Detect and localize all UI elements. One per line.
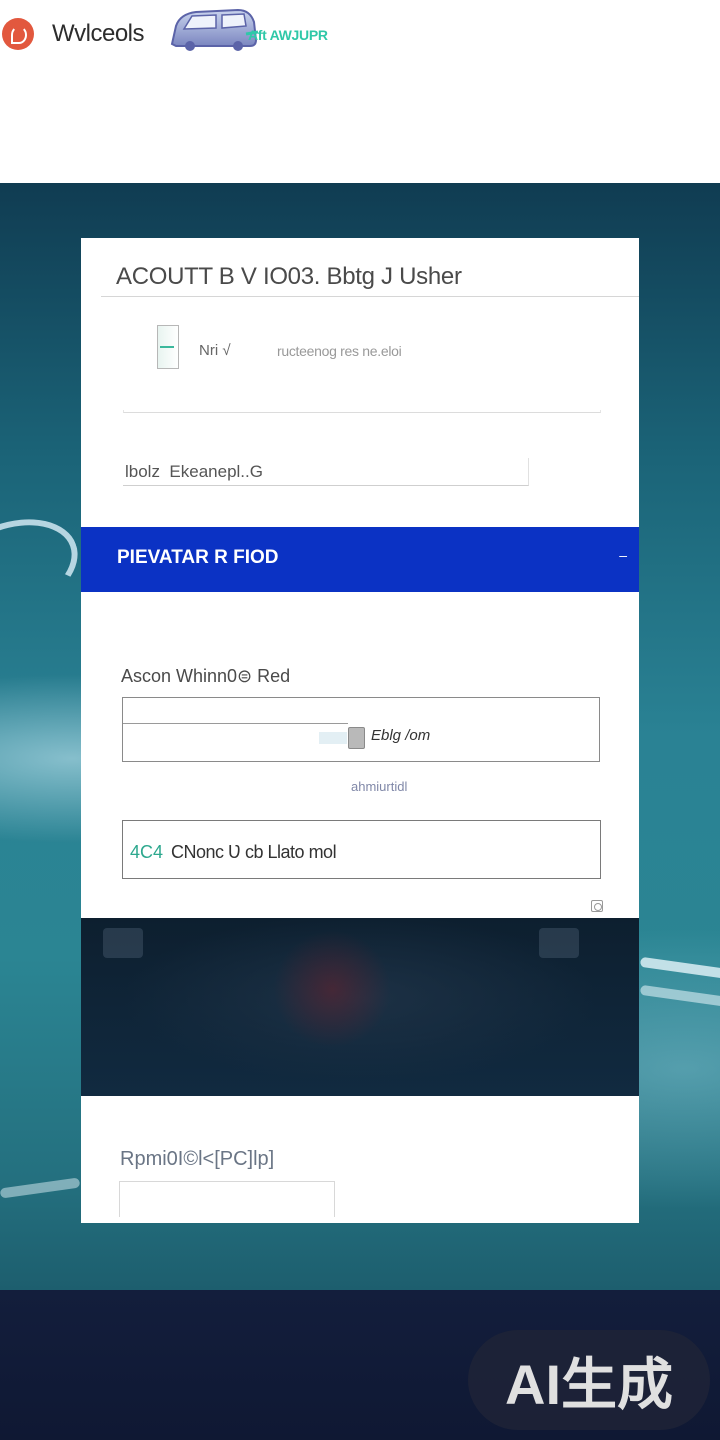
ai-watermark: AI生成 [468,1330,710,1430]
collapse-icon[interactable]: – [619,547,627,563]
brand-name[interactable]: Wvlceols [52,20,145,48]
section-header-bar[interactable]: PIEVATAR R FIOD – [81,527,639,592]
document-icon [157,325,179,369]
row1-hint: ructeenog res ne.eloi [277,343,402,359]
field3-input[interactable]: Eblg /om [122,697,600,762]
field4-input[interactable]: 4C4 CNonc Ʋ cb Llato mol [122,820,601,879]
title-divider [101,296,639,297]
media-panel [81,918,639,1096]
swirl-decoration [0,501,92,635]
site-header: Wvlceols Aft AWJUPR [0,0,720,183]
row1-input-field[interactable] [123,410,601,413]
light-streak [0,1177,81,1199]
field5-label: Rpmi0I©l<[PC]lp] [120,1148,275,1170]
section-title: PIEVATAR R FIOD [117,547,279,568]
account-card: ACOUTT B V IO03. Bbtg J Usher Nri √ ruct… [81,238,639,1223]
slider-handle[interactable] [348,727,365,749]
field3-label: Ascon Whinn0⊜ Red [121,666,291,686]
field3-value: Eblg /om [371,727,431,744]
resize-icon[interactable] [591,900,603,912]
brand-logo-icon[interactable] [2,18,34,50]
card-title: ACOUTT B V IO03. Bbtg J Usher [116,263,462,290]
field3-hint: ahmiurtidl [351,779,408,794]
field4-prefix: 4C4 [130,842,164,862]
row1-label: Nri √ [199,342,231,359]
field5-input[interactable] [119,1181,335,1217]
field4-value: CNonc Ʋ cb Llato mol [171,842,337,862]
light-streak [639,984,720,1008]
field3-divider [123,723,348,724]
field3-chip [319,732,347,744]
brand-tagline: Aft AWJUPR [248,27,328,43]
light-streak [639,956,720,980]
text-field-2[interactable] [123,458,529,486]
